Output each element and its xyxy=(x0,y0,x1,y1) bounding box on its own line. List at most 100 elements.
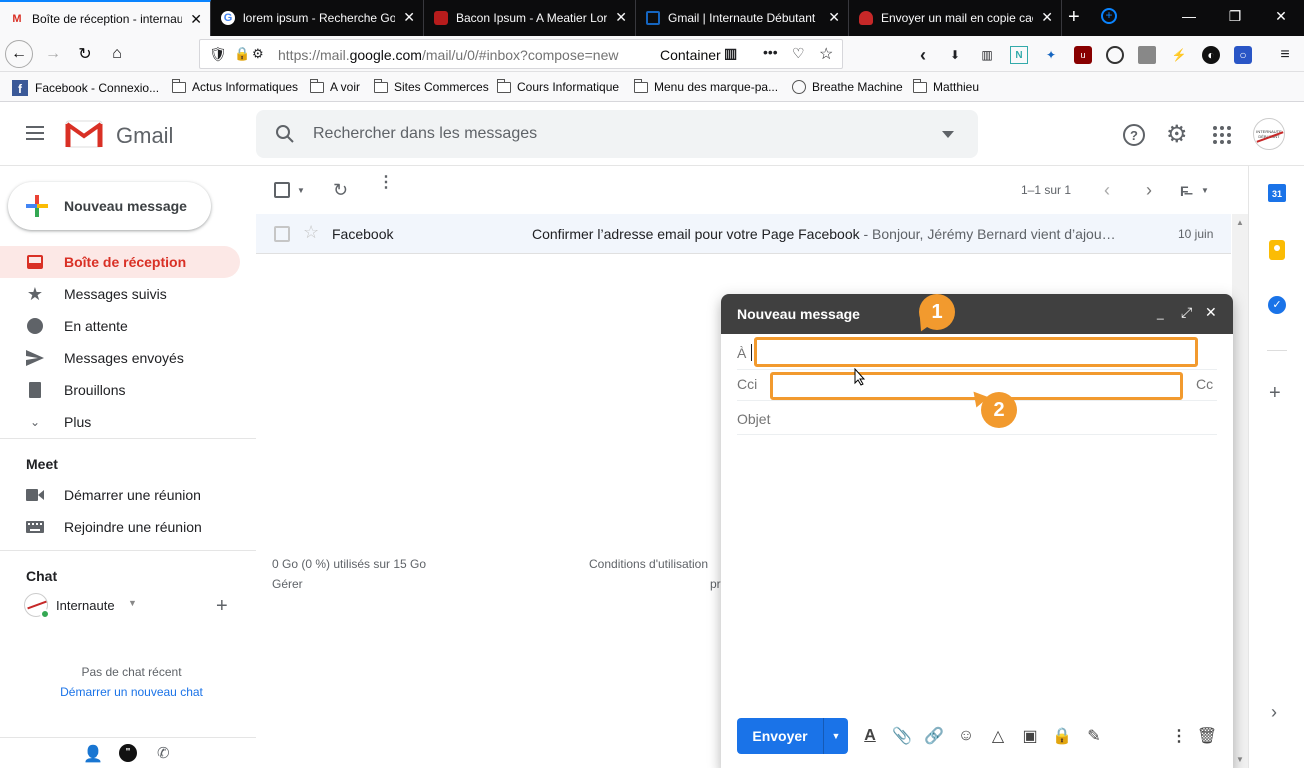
search-bar[interactable]: Rechercher dans les messages xyxy=(256,110,978,158)
close-tab-icon[interactable]: ✕ xyxy=(1041,10,1053,24)
close-tab-icon[interactable]: ✕ xyxy=(615,10,627,24)
chat-status-dropdown-icon[interactable]: ▼ xyxy=(128,598,137,608)
compose-header[interactable]: Nouveau message _ ⤢ ✕ xyxy=(721,294,1233,334)
sidebar-item-inbox[interactable]: Boîte de réception xyxy=(0,246,240,278)
send-options-icon[interactable]: ▼ xyxy=(824,718,848,754)
tasks-icon[interactable]: ✓ xyxy=(1268,296,1286,314)
close-window-icon[interactable]: ✕ xyxy=(1258,0,1304,32)
more-options-icon[interactable]: ⋮ xyxy=(378,175,394,191)
bookmark-matthieu[interactable]: Matthieu xyxy=(913,78,979,94)
input-tools-dropdown-icon[interactable]: ▼ xyxy=(1201,186,1209,195)
person-icon[interactable]: 👤 xyxy=(83,744,103,764)
minimize-compose-icon[interactable]: _ xyxy=(1157,306,1164,320)
input-tools-icon[interactable]: F̶ xyxy=(1180,183,1189,199)
add-addon-icon[interactable]: + xyxy=(1269,382,1281,405)
container-tab-icon[interactable]: + xyxy=(1101,8,1117,24)
chevron-right-icon[interactable]: › xyxy=(1146,180,1152,201)
close-tab-icon[interactable]: ✕ xyxy=(403,10,415,24)
hangouts-icon[interactable]: " xyxy=(119,744,137,762)
url-bar[interactable]: 🛡 🔒 ⚙ https://mail.google.com/mail/u/0/#… xyxy=(199,39,843,69)
extension-lightning-icon[interactable]: ⚡ xyxy=(1170,46,1188,64)
gmail-logo-icon[interactable] xyxy=(65,120,103,148)
compose-button[interactable]: Nouveau message xyxy=(8,182,211,230)
chat-user-name[interactable]: Internaute xyxy=(56,598,115,613)
sidebar-item-snoozed[interactable]: En attente xyxy=(0,310,240,342)
main-menu-icon[interactable] xyxy=(26,126,44,140)
calendar-icon[interactable]: 31 xyxy=(1268,184,1286,202)
terms-link[interactable]: Conditions d'utilisation xyxy=(589,557,708,571)
send-button[interactable]: Envoyer xyxy=(737,718,823,754)
bookmark-menu[interactable]: Menu des marque-pa... xyxy=(634,78,778,94)
pocket-icon[interactable]: ♡ xyxy=(792,45,805,62)
bookmark-star-icon[interactable]: ☆ xyxy=(819,44,833,64)
close-tab-icon[interactable]: ✕ xyxy=(828,10,840,24)
tab-envoyer-mail[interactable]: Envoyer un mail en copie cachée ✕ xyxy=(849,0,1062,36)
add-chat-icon[interactable]: + xyxy=(216,595,228,618)
tab-inbox[interactable]: M Boîte de réception - internaute ✕ xyxy=(0,0,211,36)
container-label[interactable]: Container xyxy=(660,47,721,63)
expand-panel-icon[interactable]: › xyxy=(1271,702,1277,723)
apps-grid-icon[interactable] xyxy=(1213,126,1231,144)
search-options-icon[interactable] xyxy=(942,131,954,138)
select-dropdown-icon[interactable]: ▼ xyxy=(297,186,305,195)
sidebar-item-starred[interactable]: ★ Messages suivis xyxy=(0,278,240,310)
row-star-icon[interactable]: ☆ xyxy=(303,222,319,243)
sidebar-item-sent[interactable]: Messages envoyés xyxy=(0,342,240,374)
bookmark-facebook[interactable]: f Facebook - Connexio... xyxy=(12,80,159,96)
close-compose-icon[interactable]: ✕ xyxy=(1205,304,1217,321)
avatar[interactable]: INTERNAUTE DÉBUTANT xyxy=(1253,118,1285,150)
more-actions-icon[interactable]: ••• xyxy=(763,44,778,60)
help-icon[interactable]: ? xyxy=(1123,124,1145,146)
message-body[interactable] xyxy=(737,444,1217,714)
formatting-icon[interactable]: A xyxy=(858,724,882,748)
settings-gear-icon[interactable]: ⚙ xyxy=(1166,120,1188,149)
start-chat-link[interactable]: Démarrer un nouveau chat xyxy=(0,685,263,699)
ublock-icon[interactable]: u xyxy=(1074,46,1092,64)
reload-icon[interactable]: ↻ xyxy=(71,40,99,68)
discard-draft-icon[interactable]: 🗑 xyxy=(1195,724,1219,748)
manage-link[interactable]: Gérer xyxy=(272,577,303,591)
drive-icon[interactable]: △ xyxy=(986,724,1010,748)
more-compose-options-icon[interactable]: ⋮ xyxy=(1167,724,1191,748)
link-icon[interactable]: 🔗 xyxy=(922,724,946,748)
bookmark-a-voir[interactable]: A voir xyxy=(310,78,360,94)
cc-toggle[interactable]: Cc xyxy=(1196,376,1213,392)
forward-icon[interactable]: → xyxy=(39,40,67,68)
bookmark-actus[interactable]: Actus Informatiques xyxy=(172,78,298,94)
bookmark-cours[interactable]: Cours Informatique xyxy=(497,78,619,94)
extension-lock-icon[interactable] xyxy=(1106,46,1124,64)
fullscreen-compose-icon[interactable]: ⤢ xyxy=(1181,304,1192,321)
table-row[interactable]: ☆ Facebook Confirmer l’adresse email pou… xyxy=(256,214,1231,254)
extension-n-icon[interactable]: N xyxy=(1010,46,1028,64)
close-tab-icon[interactable]: ✕ xyxy=(190,12,202,26)
extension-circle-icon[interactable]: ◐ xyxy=(1202,46,1220,64)
chevron-left-icon[interactable]: ‹ xyxy=(1104,180,1110,201)
download-icon[interactable]: ⬇ xyxy=(946,46,964,64)
confidential-mode-icon[interactable]: 🔒 xyxy=(1050,724,1074,748)
tab-internaute[interactable]: Gmail | Internaute Débutant ✕ xyxy=(636,0,849,36)
extension-globe-icon[interactable]: ✦ xyxy=(1042,46,1060,64)
bookmark-breathe[interactable]: Breathe Machine xyxy=(792,80,903,94)
scrollbar[interactable]: ▲ ▼ xyxy=(1232,214,1248,768)
restore-window-icon[interactable]: ❐ xyxy=(1212,0,1258,32)
select-all-checkbox[interactable] xyxy=(274,182,290,198)
photo-icon[interactable]: ▣ xyxy=(1018,724,1042,748)
extension-grey-icon[interactable] xyxy=(1138,46,1156,64)
permissions-icon[interactable]: ⚙ xyxy=(252,46,264,62)
phone-icon[interactable]: ✆ xyxy=(157,744,170,762)
sidebar-item-drafts[interactable]: Brouillons xyxy=(0,374,240,406)
meet-start-meeting[interactable]: Démarrer une réunion xyxy=(0,479,240,511)
new-tab-icon[interactable]: + xyxy=(1068,6,1080,29)
keep-icon[interactable] xyxy=(1269,240,1285,260)
emoji-icon[interactable]: ☺ xyxy=(954,724,978,748)
minimize-window-icon[interactable]: — xyxy=(1166,0,1212,32)
shield-icon[interactable]: 🛡 xyxy=(209,46,227,63)
back-icon[interactable]: ← xyxy=(5,40,33,68)
tab-lorem-ipsum[interactable]: G lorem ipsum - Recherche Google ✕ xyxy=(211,0,424,36)
privacy-link[interactable]: pr xyxy=(710,577,721,591)
attach-icon[interactable]: 📎 xyxy=(890,724,914,748)
library-icon[interactable]: ▥ xyxy=(978,46,996,64)
signature-icon[interactable]: ✎ xyxy=(1082,724,1106,748)
sidebar-item-more[interactable]: ⌄ Plus xyxy=(0,406,240,438)
row-checkbox[interactable] xyxy=(274,226,290,242)
